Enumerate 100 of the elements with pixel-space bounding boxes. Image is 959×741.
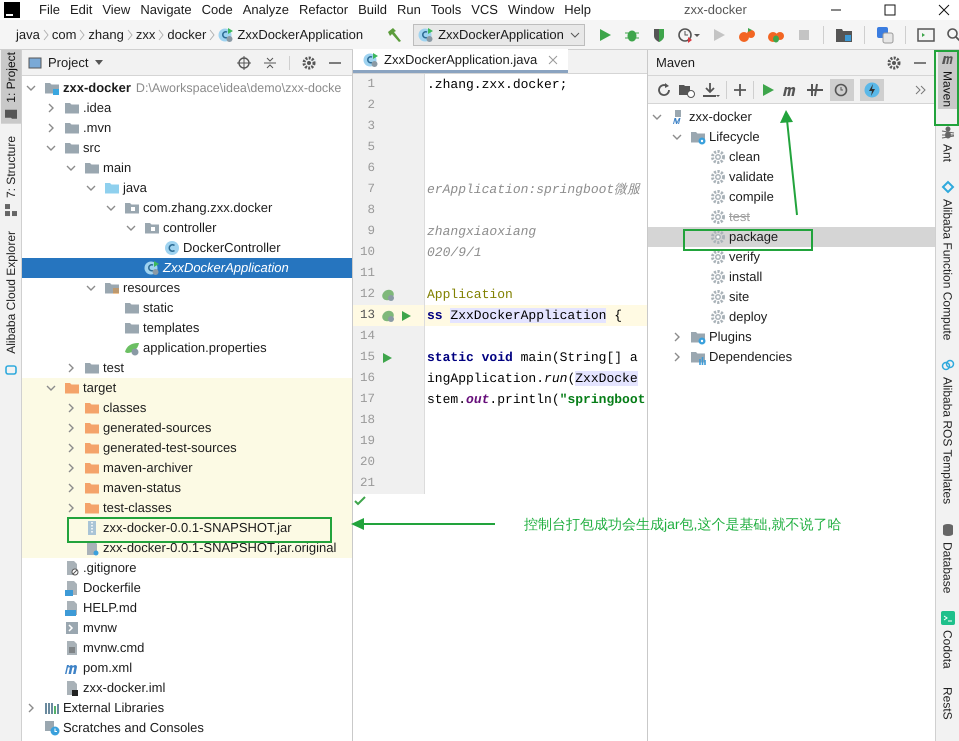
breadcrumb[interactable]: java (16, 24, 40, 44)
tool-window-tab[interactable]: Ant (938, 123, 958, 164)
translate-icon[interactable] (876, 26, 894, 44)
tree-item[interactable]: maven-status (22, 478, 352, 498)
tool-window-tab[interactable]: Alibaba Cloud Explorer (0, 228, 20, 356)
crosshair-icon[interactable] (237, 56, 251, 70)
spring-run-icon[interactable] (738, 26, 756, 42)
menu-item[interactable]: Refactor (294, 0, 354, 20)
menu-item[interactable]: Navigate (135, 0, 197, 20)
tree-item[interactable]: zxx-docker D:\Aworkspace\idea\demo\zxx-docke (22, 78, 352, 98)
tree-item[interactable]: Plugins (648, 327, 935, 347)
project-structure-icon[interactable] (835, 26, 854, 42)
breadcrumb[interactable]: com (52, 24, 76, 44)
tree-item[interactable]: target (22, 378, 352, 398)
tree-item[interactable]: src (22, 138, 352, 158)
tree-item[interactable]: pom.xml (22, 658, 352, 678)
tree-item[interactable]: main (22, 158, 352, 178)
tree-item[interactable]: resources (22, 278, 352, 298)
menu-item[interactable]: Help (559, 0, 596, 20)
tree-item[interactable]: validate (648, 167, 935, 187)
tree-item[interactable]: classes (22, 398, 352, 418)
tree-item[interactable]: Lifecycle (648, 127, 935, 147)
tree-item[interactable]: Scratches and Consoles (22, 718, 352, 738)
maximize-icon[interactable] (883, 3, 897, 17)
download-icon[interactable] (702, 82, 720, 98)
run-icon[interactable] (597, 26, 614, 42)
skip-tests-button[interactable] (830, 78, 854, 100)
tree-item[interactable]: maven-archiver (22, 458, 352, 478)
tree-item[interactable]: test-classes (22, 498, 352, 518)
breadcrumb[interactable]: zxx (136, 24, 156, 44)
tree-item[interactable]: ZxxDockerApplication (22, 258, 352, 278)
tree-item[interactable]: DockerController (22, 238, 352, 258)
refresh-icon[interactable] (656, 82, 672, 98)
tree-item[interactable]: clean (648, 147, 935, 167)
editor-tab[interactable]: ZxxDockerApplication.java (353, 49, 568, 73)
tool-window-tab[interactable]: Database (938, 520, 958, 596)
tree-item[interactable]: install (648, 267, 935, 287)
tool-window-tab[interactable]: Codota (938, 609, 958, 671)
breadcrumb[interactable]: ZxxDockerApplication (218, 24, 364, 44)
search-icon[interactable] (946, 26, 959, 42)
tree-item[interactable]: zxx-docker-0.0.1-SNAPSHOT.jar (22, 518, 352, 538)
more-icon[interactable] (915, 84, 927, 94)
tree-item[interactable]: compile (648, 187, 935, 207)
tree-item[interactable]: application.properties (22, 338, 352, 358)
tree-item[interactable]: test (22, 358, 352, 378)
hammer-icon[interactable] (385, 26, 404, 44)
tree-item[interactable]: HELP.md (22, 598, 352, 618)
tree-item[interactable]: controller (22, 218, 352, 238)
tree-item[interactable]: zxx-docker (648, 107, 935, 127)
run-icon[interactable] (400, 310, 412, 322)
run-icon[interactable] (760, 82, 776, 98)
tool-window-tab[interactable]: 1: Project (0, 50, 20, 124)
tree-item[interactable]: Dependencies (648, 347, 935, 367)
plus-icon[interactable] (733, 82, 747, 96)
menu-item[interactable]: Analyze (238, 0, 294, 20)
breadcrumb[interactable]: docker (167, 24, 206, 44)
tool-window-tab[interactable]: Alibaba Function Compute (938, 178, 958, 342)
tree-item[interactable]: Dockerfile (22, 578, 352, 598)
tree-item[interactable]: generated-sources (22, 418, 352, 438)
tree-item[interactable]: com.zhang.zxx.docker (22, 198, 352, 218)
window-icon[interactable] (917, 26, 936, 42)
collapse-icon[interactable] (263, 56, 277, 70)
tree-item[interactable]: templates (22, 318, 352, 338)
tool-window-tab[interactable]: Maven (938, 50, 958, 110)
menu-item[interactable]: Build (353, 0, 392, 20)
tree-item[interactable]: zxx-docker-0.0.1-SNAPSHOT.jar.original (22, 538, 352, 558)
tree-item[interactable]: static (22, 298, 352, 318)
tree-item[interactable]: package (648, 227, 935, 247)
tree-item[interactable]: mvnw.cmd (22, 638, 352, 658)
breadcrumb[interactable]: zhang (88, 24, 124, 44)
run-config-dropdown[interactable]: ZxxDockerApplication (413, 24, 586, 46)
clock-icon[interactable] (678, 26, 700, 42)
tool-window-tab[interactable]: Alibaba ROS Templates (938, 356, 958, 507)
tool-window-tab[interactable]: 7: Structure (0, 134, 20, 219)
tree-item[interactable]: site (648, 287, 935, 307)
tree-item[interactable]: deploy (648, 307, 935, 327)
run-icon[interactable] (381, 352, 393, 364)
settings-icon[interactable] (302, 56, 316, 70)
toggle-offline-icon[interactable] (806, 82, 824, 98)
view-dropdown[interactable]: Project (28, 52, 104, 72)
menu-item[interactable]: View (97, 0, 136, 20)
tree-item[interactable]: mvnw (22, 618, 352, 638)
settings-icon[interactable] (887, 56, 901, 70)
menu-item[interactable]: Window (502, 0, 560, 20)
tree-item[interactable]: .idea (22, 98, 352, 118)
menu-item[interactable]: File (34, 0, 65, 20)
tree-item[interactable]: .gitignore (22, 558, 352, 578)
menu-item[interactable]: Edit (64, 0, 98, 20)
menu-item[interactable]: Code (196, 0, 238, 20)
tree-item[interactable]: External Libraries (22, 698, 352, 718)
tree-item[interactable]: .mvn (22, 118, 352, 138)
close-icon[interactable] (937, 3, 951, 17)
tool-window-tab[interactable]: RestS (938, 684, 958, 722)
toggle-button[interactable] (860, 78, 884, 100)
tree-item[interactable]: zxx-docker.iml (22, 678, 352, 698)
tree-item[interactable]: java (22, 178, 352, 198)
tree-item[interactable]: verify (648, 247, 935, 267)
menu-item[interactable]: Tools (426, 0, 466, 20)
menu-item[interactable]: VCS (466, 0, 503, 20)
tree-item[interactable]: generated-test-sources (22, 438, 352, 458)
